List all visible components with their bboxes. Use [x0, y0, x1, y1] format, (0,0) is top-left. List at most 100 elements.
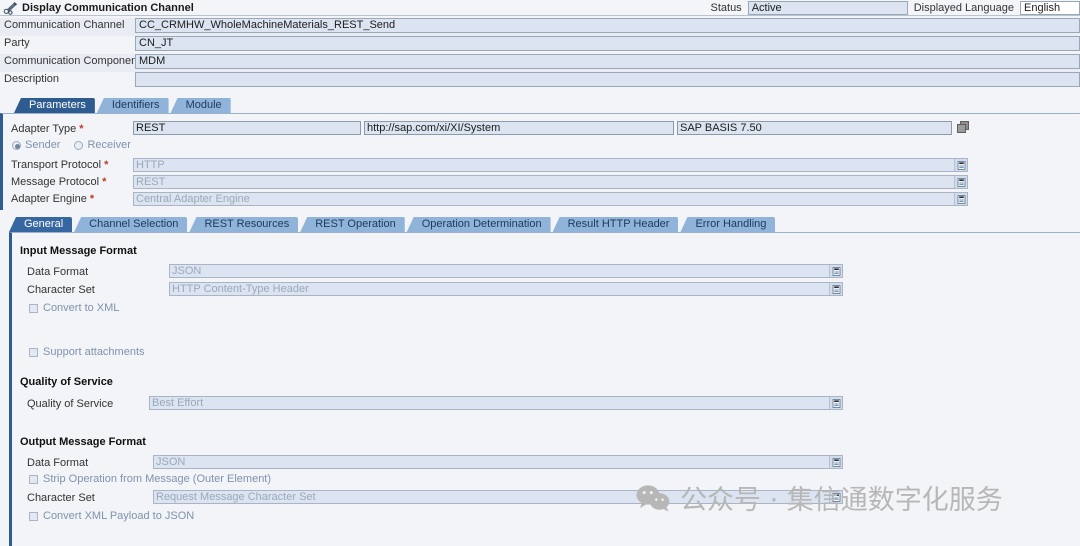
form-row-communication-component: Communication Component MDM: [0, 53, 1080, 71]
status-field: Active: [747, 1, 908, 15]
communication-channel-screen: Display Communication Channel Status Act…: [0, 0, 1080, 546]
input-character-set-label: Character Set: [27, 284, 95, 296]
adapter-engine-label: Adapter Engine *: [11, 193, 95, 205]
required-marker: *: [104, 159, 109, 171]
strip-operation-checkbox[interactable]: [29, 474, 38, 484]
input-data-format-dropdown-icon[interactable]: [829, 265, 842, 277]
tab-parameters-label: Parameters: [29, 99, 86, 111]
subtab-channel-selection-label: Channel Selection: [89, 218, 179, 230]
adapter-type-label: Adapter Type *: [11, 123, 84, 135]
convert-xml-payload-to-json-checkbox-row[interactable]: Convert XML Payload to JSON: [29, 510, 194, 522]
input-character-set-value: HTTP Content-Type Header: [172, 283, 309, 295]
input-data-format-value: JSON: [172, 265, 202, 277]
party-label: Party: [4, 37, 30, 49]
display-pen-icon: [3, 1, 17, 15]
convert-to-xml-label: Convert to XML: [43, 302, 120, 314]
output-character-set-label: Character Set: [27, 492, 95, 504]
radio-receiver-label: Receiver: [87, 139, 131, 151]
output-data-format-label: Data Format: [27, 457, 89, 469]
message-protocol-dropdown-icon[interactable]: [954, 176, 967, 188]
adapter-engine-value: Central Adapter Engine: [136, 193, 250, 205]
main-tabstrip[interactable]: Parameters Identifiers Module: [14, 96, 233, 113]
quality-of-service-dropdown-icon[interactable]: [829, 397, 842, 409]
support-attachments-checkbox-row[interactable]: Support attachments: [29, 346, 145, 358]
copy-icon[interactable]: [957, 121, 970, 134]
communication-channel-label: Communication Channel: [4, 19, 125, 31]
subtab-rest-resources-label: REST Resources: [204, 218, 290, 230]
parameters-panel: Adapter Type * REST http://sap.com/xi/XI…: [0, 113, 1080, 210]
transport-protocol-field: HTTP: [133, 158, 968, 172]
radio-sender-dot: [12, 140, 21, 150]
input-data-format-label: Data Format: [27, 266, 89, 278]
subtab-operation-determination-label: Operation Determination: [421, 218, 542, 230]
convert-to-xml-checkbox[interactable]: [29, 303, 38, 313]
status-label: Status: [710, 2, 742, 14]
communication-channel-field: CC_CRMHW_WholeMachineMaterials_REST_Send: [135, 18, 1080, 33]
input-character-set-field: HTTP Content-Type Header: [169, 282, 843, 296]
transport-protocol-dropdown-icon[interactable]: [954, 159, 967, 171]
strip-operation-checkbox-row[interactable]: Strip Operation from Message (Outer Elem…: [29, 473, 271, 485]
communication-component-label: Communication Component: [4, 55, 141, 67]
tab-identifiers-label: Identifiers: [111, 99, 160, 111]
communication-component-field: MDM: [135, 54, 1080, 69]
subtab-channel-selection[interactable]: Channel Selection: [74, 217, 188, 232]
subtab-general-label: General: [24, 218, 64, 230]
output-character-set-field: Request Message Character Set: [153, 490, 843, 504]
subtab-rest-resources[interactable]: REST Resources: [189, 217, 299, 232]
description-label: Description: [4, 73, 60, 85]
quality-of-service-label: Quality of Service: [27, 398, 114, 410]
convert-xml-payload-to-json-checkbox[interactable]: [29, 511, 38, 521]
titlebar-right-group: Status Active Displayed Language English: [705, 0, 1080, 16]
form-row-communication-channel: Communication Channel CC_CRMHW_WholeMach…: [0, 17, 1080, 35]
output-message-format-heading: Output Message Format: [20, 436, 146, 448]
subtab-rest-operation[interactable]: REST Operation: [300, 217, 405, 232]
output-data-format-dropdown-icon[interactable]: [829, 456, 842, 468]
direction-radio-group[interactable]: Sender Receiver: [12, 139, 131, 151]
transport-protocol-label: Transport Protocol *: [11, 159, 109, 171]
subtab-error-handling[interactable]: Error Handling: [680, 217, 776, 232]
tab-module-label: Module: [185, 99, 222, 111]
message-protocol-value: REST: [136, 176, 166, 188]
subtab-result-http-header-label: Result HTTP Header: [567, 218, 670, 230]
subtab-rest-operation-label: REST Operation: [315, 218, 396, 230]
form-row-party: Party CN_JT: [0, 35, 1080, 53]
required-marker: *: [102, 176, 107, 188]
quality-of-service-value: Best Effort: [152, 397, 204, 409]
output-character-set-value: Request Message Character Set: [156, 491, 316, 503]
channel-header-form: Communication Channel CC_CRMHW_WholeMach…: [0, 17, 1080, 89]
window-titlebar: Display Communication Channel Status Act…: [0, 0, 1080, 16]
adapter-swcv-field: SAP BASIS 7.50: [677, 121, 952, 135]
description-field: [135, 72, 1080, 87]
input-data-format-field: JSON: [169, 264, 843, 278]
radio-receiver[interactable]: Receiver: [74, 139, 131, 151]
window-title: Display Communication Channel: [22, 1, 194, 14]
subtab-result-http-header[interactable]: Result HTTP Header: [552, 217, 679, 232]
sub-tabstrip[interactable]: General Channel Selection REST Resources…: [9, 215, 777, 232]
input-character-set-dropdown-icon[interactable]: [829, 283, 842, 295]
general-panel: Input Message Format Data Format JSON Ch…: [9, 232, 1080, 546]
input-message-format-heading: Input Message Format: [20, 245, 137, 257]
required-marker: *: [79, 123, 84, 135]
adapter-type-field: REST: [133, 121, 361, 135]
displayed-language-field: English: [1020, 1, 1080, 15]
support-attachments-label: Support attachments: [43, 346, 145, 358]
transport-protocol-value: HTTP: [136, 159, 165, 171]
tab-identifiers[interactable]: Identifiers: [96, 98, 169, 113]
support-attachments-checkbox[interactable]: [29, 347, 38, 357]
quality-of-service-heading: Quality of Service: [20, 376, 113, 388]
subtab-operation-determination[interactable]: Operation Determination: [406, 217, 551, 232]
subtab-error-handling-label: Error Handling: [695, 218, 767, 230]
subtab-general[interactable]: General: [9, 217, 73, 232]
tab-module[interactable]: Module: [170, 98, 231, 113]
displayed-language-label: Displayed Language: [913, 2, 1014, 14]
convert-xml-payload-to-json-label: Convert XML Payload to JSON: [43, 510, 195, 522]
convert-to-xml-checkbox-row[interactable]: Convert to XML: [29, 302, 119, 314]
required-marker: *: [89, 193, 95, 205]
output-character-set-dropdown-icon[interactable]: [829, 491, 842, 503]
message-protocol-field: REST: [133, 175, 968, 189]
message-protocol-label: Message Protocol *: [11, 176, 107, 188]
radio-sender[interactable]: Sender: [12, 139, 60, 151]
quality-of-service-field: Best Effort: [149, 396, 843, 410]
adapter-engine-dropdown-icon[interactable]: [954, 193, 967, 205]
tab-parameters[interactable]: Parameters: [14, 98, 95, 113]
